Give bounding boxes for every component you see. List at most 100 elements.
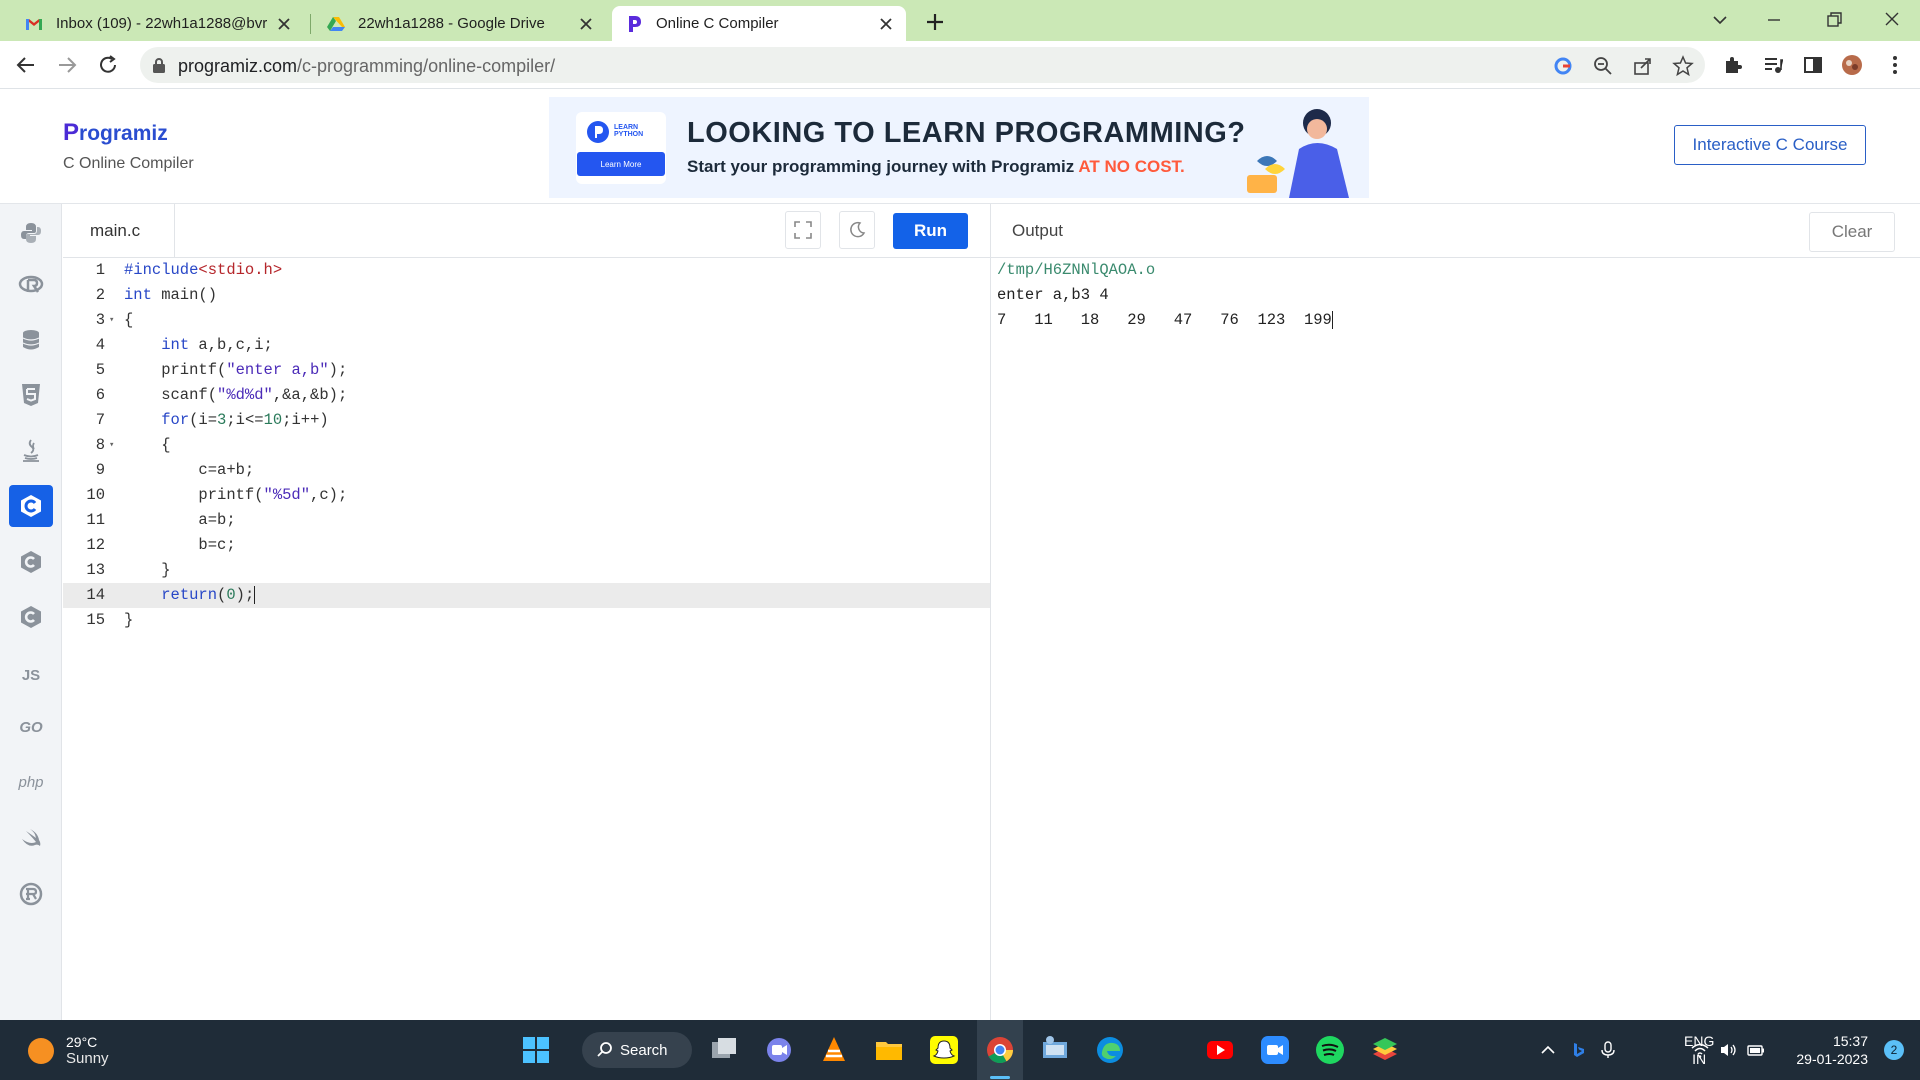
omnibox[interactable]: programiz.com/c-programming/online-compi… [140, 47, 1705, 83]
interactive-course-button[interactable]: Interactive C Course [1674, 125, 1866, 165]
vlc-icon[interactable] [818, 1034, 850, 1066]
zoom-app-icon[interactable] [1259, 1034, 1291, 1066]
restore-icon[interactable] [1820, 8, 1848, 32]
chevron-up-icon[interactable] [1538, 1040, 1558, 1060]
programiz-logo[interactable]: Programiz [63, 119, 168, 147]
control-panel-icon[interactable] [1039, 1034, 1071, 1066]
taskbar-search[interactable]: Search [582, 1032, 692, 1068]
teams-chat-icon[interactable] [763, 1034, 795, 1066]
snapchat-icon[interactable] [928, 1034, 960, 1066]
clock[interactable]: 15:37 29-01-2023 [1788, 1032, 1868, 1068]
code-text: scanf("%d%d",&a,&b); [124, 386, 348, 404]
browser-menu-icon[interactable] [1884, 54, 1906, 76]
output-cursor [1331, 310, 1333, 329]
ad-banner[interactable]: LEARN PYTHON Learn More LOOKING TO LEARN… [549, 97, 1369, 198]
output-label: Output [1012, 221, 1064, 240]
tab-search-chevron-icon[interactable] [1706, 8, 1734, 32]
pane-divider[interactable] [990, 204, 991, 1020]
task-view-icon[interactable] [708, 1034, 740, 1066]
code-text: { [124, 311, 134, 329]
fold-arrow-icon[interactable]: ▾ [109, 433, 114, 458]
bing-icon[interactable] [1568, 1040, 1588, 1060]
python-icon [21, 223, 41, 243]
side-panel-icon[interactable] [1802, 54, 1824, 76]
clear-button[interactable]: Clear [1809, 212, 1895, 252]
file-tab[interactable]: main.c [63, 204, 175, 258]
close-icon[interactable] [276, 16, 292, 32]
bookmark-star-icon[interactable] [1672, 55, 1694, 77]
sidebar-item-js[interactable]: JS [9, 654, 53, 696]
window-close-icon[interactable] [1878, 8, 1906, 32]
close-icon[interactable] [878, 16, 894, 32]
forward-arrow-icon[interactable] [55, 53, 79, 77]
line-number: 7 [95, 411, 105, 429]
database-icon [22, 330, 40, 350]
microphone-icon[interactable] [1598, 1040, 1618, 1060]
tab-gmail[interactable]: Inbox (109) - 22wh1a1288@bvrit [12, 6, 304, 41]
fold-arrow-icon[interactable]: ▾ [109, 308, 114, 333]
url-text[interactable]: programiz.com/c-programming/online-compi… [178, 56, 555, 77]
bluestacks-icon[interactable] [1369, 1034, 1401, 1066]
sidebar-item-r[interactable] [9, 264, 53, 306]
lock-icon[interactable] [152, 57, 166, 73]
code-line: 6 scanf("%d%d",&a,&b); [63, 383, 990, 408]
close-icon[interactable] [578, 16, 594, 32]
swift-icon [22, 829, 41, 846]
youtube-icon[interactable] [1204, 1034, 1236, 1066]
line-number: 9 [95, 461, 105, 479]
code-text: a=b; [124, 511, 236, 529]
code-line-current: 14 return(0); [63, 583, 990, 608]
temperature: 29°C [66, 1034, 98, 1050]
run-button[interactable]: Run [893, 213, 968, 249]
sidebar-item-java[interactable] [9, 430, 53, 472]
dark-mode-toggle[interactable] [839, 211, 875, 249]
code-text: b=c; [124, 536, 236, 554]
zoom-icon[interactable] [1592, 55, 1614, 77]
sidebar-item-sql[interactable] [9, 319, 53, 361]
new-tab-plus-icon[interactable] [922, 9, 948, 35]
code-text: return(0); [161, 585, 256, 604]
clock-date: 29-01-2023 [1796, 1051, 1868, 1067]
back-arrow-icon[interactable] [14, 53, 38, 77]
editor-toolbar: main.c Run [63, 204, 990, 258]
ad-learn-more-button[interactable]: Learn More [577, 152, 665, 176]
page-subtitle: C Online Compiler [63, 155, 194, 172]
minimize-icon[interactable] [1760, 8, 1788, 32]
sidebar-item-python[interactable] [9, 212, 53, 254]
sidebar-item-go[interactable]: GO [9, 706, 53, 748]
fullscreen-button[interactable] [785, 211, 821, 249]
tab-google-drive[interactable]: 22wh1a1288 - Google Drive [314, 6, 606, 41]
code-line: 9 c=a+b; [63, 458, 990, 483]
spotify-icon[interactable] [1314, 1034, 1346, 1066]
battery-icon[interactable] [1746, 1040, 1766, 1060]
google-lens-icon[interactable] [1552, 55, 1574, 77]
sidebar-item-php[interactable]: php [9, 761, 53, 803]
weather-widget[interactable]: 29°C Sunny [28, 1034, 109, 1067]
chrome-icon[interactable] [984, 1034, 1016, 1066]
share-icon[interactable] [1632, 55, 1654, 77]
windows-start-icon[interactable] [520, 1034, 552, 1066]
windows-taskbar: 29°C Sunny Search ENG IN 15:37 29-01-202… [0, 1020, 1920, 1080]
volume-icon[interactable] [1718, 1040, 1738, 1060]
sidebar-item-c[interactable] [9, 485, 53, 527]
sidebar-item-rust[interactable] [9, 873, 53, 915]
sidebar-item-cpp[interactable] [9, 541, 53, 583]
sidebar-item-swift[interactable] [9, 817, 53, 859]
output-console[interactable]: /tmp/H6ZNNlQAOA.o enter a,b3 4 7 11 18 29 … [997, 258, 1912, 1018]
wifi-icon[interactable] [1690, 1040, 1710, 1060]
code-text: int a,b,c,i; [161, 336, 273, 354]
media-control-icon[interactable] [1762, 54, 1784, 76]
reload-icon[interactable] [96, 53, 120, 77]
sidebar-item-html[interactable] [9, 374, 53, 416]
tab-online-c-compiler[interactable]: Online C Compiler [612, 6, 906, 41]
sidebar-item-csharp[interactable] [9, 596, 53, 638]
ad-subline: Start your programming journey with Prog… [687, 157, 1185, 177]
extensions-puzzle-icon[interactable] [1722, 54, 1744, 76]
notification-badge[interactable]: 2 [1884, 1040, 1904, 1060]
tab-title: 22wh1a1288 - Google Drive [358, 15, 545, 32]
avatar[interactable] [1841, 54, 1863, 76]
code-editor[interactable]: 1 #include<stdio.h> 2 int main() 3 ▾{ 4 int… [63, 258, 990, 1020]
output-path: /tmp/H6ZNNlQAOA.o [997, 261, 1156, 279]
file-explorer-icon[interactable] [873, 1034, 905, 1066]
edge-icon[interactable] [1094, 1034, 1126, 1066]
